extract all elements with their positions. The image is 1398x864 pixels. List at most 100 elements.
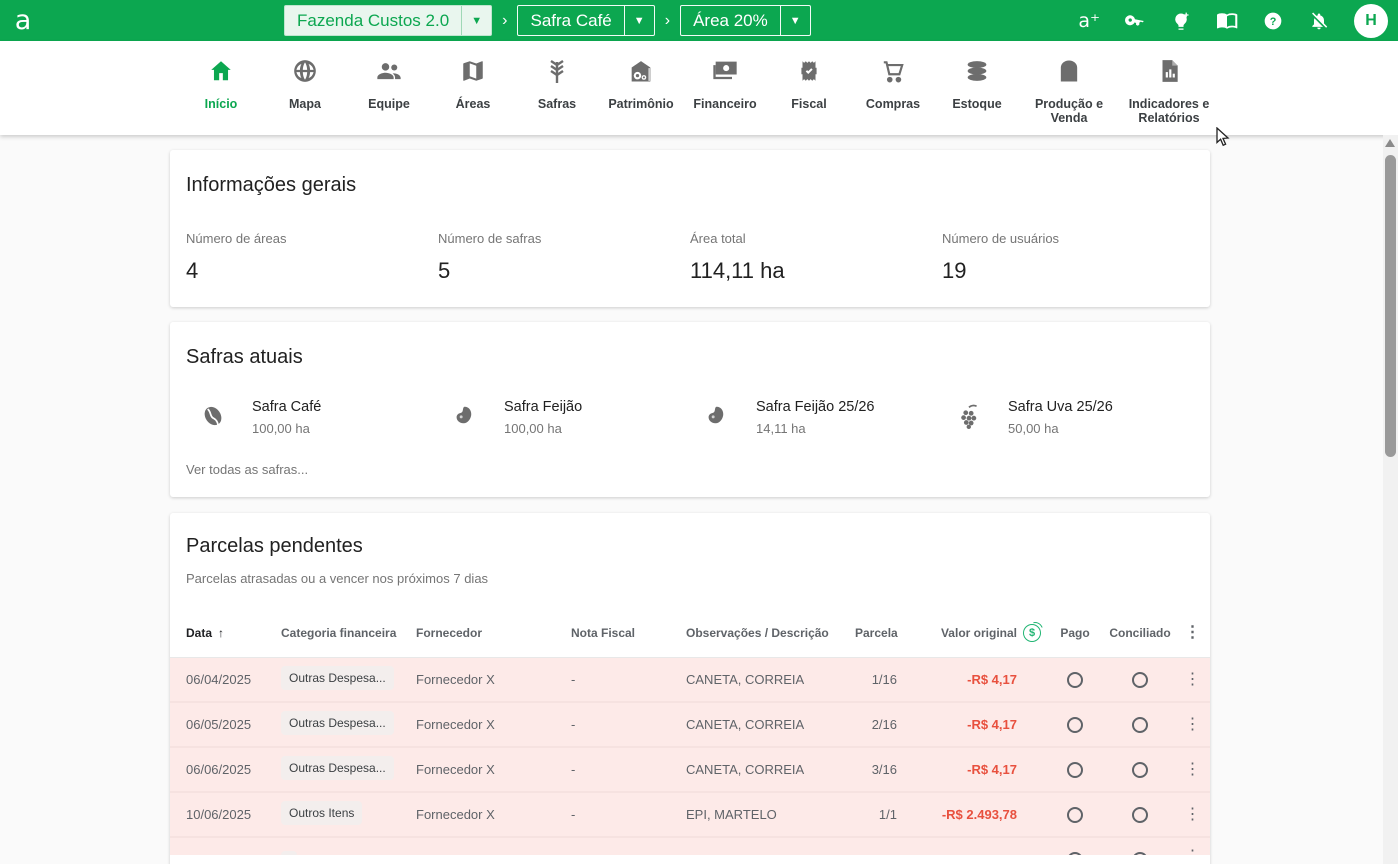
nav-item-compras[interactable]: Compras <box>851 54 935 111</box>
pending-installments-card: Parcelas pendentes Parcelas atrasadas ou… <box>170 513 1210 864</box>
book-icon[interactable] <box>1216 10 1238 32</box>
table-row[interactable]: ⋮ <box>170 838 1210 855</box>
app-header: a Fazenda Custos 2.0 ▼ › Safra Café ▼ › … <box>0 0 1398 41</box>
category-chip: Outras Despesa... <box>281 756 394 780</box>
table-row[interactable]: 06/04/2025 Outras Despesa... Fornecedor … <box>170 658 1210 703</box>
safra-item[interactable]: Safra Feijão 25/26 14,11 ha <box>690 399 942 436</box>
farm-selector[interactable]: Fazenda Custos 2.0 ▼ <box>284 5 493 36</box>
scroll-up-arrow[interactable] <box>1385 139 1395 147</box>
table-row[interactable]: 10/06/2025 Outros Itens Fornecedor X - E… <box>170 793 1210 838</box>
table-header-row: Data ↑ Categoria financeira Fornecedor N… <box>170 608 1210 658</box>
nav-item-patrimonio[interactable]: Patrimônio <box>599 54 683 111</box>
column-header-data[interactable]: Data ↑ <box>170 626 265 640</box>
cell-supplier: Fornecedor X <box>416 762 495 777</box>
stat-usuarios: Número de usuários 19 <box>942 231 1060 283</box>
cell-date: 06/06/2025 <box>186 762 252 777</box>
table-row[interactable]: 06/06/2025 Outras Despesa... Fornecedor … <box>170 748 1210 793</box>
area-selector[interactable]: Área 20% ▼ <box>680 5 811 36</box>
column-header-fornecedor[interactable]: Fornecedor <box>400 626 555 640</box>
nav-item-producao-venda[interactable]: Produção e Venda <box>1019 54 1119 125</box>
notifications-off-icon[interactable] <box>1308 10 1330 32</box>
help-icon[interactable]: ? <box>1262 10 1284 32</box>
column-header-conciliado[interactable]: Conciliado <box>1105 626 1175 640</box>
svg-text:?: ? <box>1270 16 1277 28</box>
row-menu-icon[interactable]: ⋮ <box>1175 806 1210 822</box>
table-row[interactable]: 06/05/2025 Outras Despesa... Fornecedor … <box>170 703 1210 748</box>
cell-date: 10/06/2025 <box>186 807 252 822</box>
pago-radio[interactable] <box>1067 806 1083 823</box>
nav-item-financeiro[interactable]: Financeiro <box>683 54 767 111</box>
cell-value: -R$ 2.493,78 <box>941 807 1017 822</box>
pago-radio[interactable] <box>1067 852 1083 855</box>
row-menu-icon[interactable]: ⋮ <box>1175 671 1210 687</box>
safra-item[interactable]: Safra Café 100,00 ha <box>186 399 438 436</box>
cart-icon <box>851 54 935 88</box>
row-menu-icon[interactable]: ⋮ <box>1175 849 1210 856</box>
chevron-down-icon[interactable]: ▼ <box>779 6 810 35</box>
cell-installment: 1/1 <box>878 807 897 822</box>
grape-icon <box>956 403 984 431</box>
vertical-scrollbar[interactable] <box>1383 135 1398 864</box>
nav-item-equipe[interactable]: Equipe <box>347 54 431 111</box>
conciliado-radio[interactable] <box>1132 761 1148 778</box>
area-selector-label: Área 20% <box>693 10 768 30</box>
column-header-pago[interactable]: Pago <box>1045 626 1105 640</box>
nav-item-areas[interactable]: Áreas <box>431 54 515 111</box>
category-chip: Outras Despesa... <box>281 666 394 690</box>
nav-item-fiscal[interactable]: Fiscal <box>767 54 851 111</box>
stat-safras: Número de safras 5 <box>438 231 542 283</box>
safra-list: Safra Café 100,00 ha Safra Feijão 100,00… <box>186 399 1194 436</box>
cell-value: -R$ 4,17 <box>967 762 1017 777</box>
chevron-down-icon[interactable]: ▼ <box>623 6 654 35</box>
column-header-valor[interactable]: Valor original $ <box>915 623 1045 642</box>
lightbulb-new-icon[interactable] <box>1170 10 1192 32</box>
scrollbar-thumb[interactable] <box>1385 155 1396 457</box>
barn-tractor-icon <box>599 54 683 88</box>
cell-date: 06/04/2025 <box>186 672 252 687</box>
breadcrumb-separator: › <box>502 11 508 29</box>
avatar[interactable]: H <box>1354 3 1388 38</box>
safra-item[interactable]: Safra Feijão 100,00 ha <box>438 399 690 436</box>
bean-icon <box>704 403 732 431</box>
chevron-down-icon[interactable]: ▼ <box>461 6 491 35</box>
pago-radio[interactable] <box>1067 671 1083 688</box>
nav-item-indicadores[interactable]: Indicadores e Relatórios <box>1119 54 1219 125</box>
pago-radio[interactable] <box>1067 761 1083 778</box>
conciliado-radio[interactable] <box>1132 852 1148 855</box>
banknote-icon <box>683 54 767 88</box>
people-icon <box>347 54 431 88</box>
category-chip <box>281 851 297 855</box>
coffee-bean-icon <box>200 403 228 431</box>
aegro-logo[interactable]: a <box>0 2 46 40</box>
key-icon[interactable] <box>1124 10 1146 32</box>
nav-item-inicio[interactable]: Início <box>179 54 263 111</box>
conciliado-radio[interactable] <box>1132 671 1148 688</box>
cell-invoice: - <box>571 672 576 687</box>
nav-item-estoque[interactable]: Estoque <box>935 54 1019 111</box>
aegro-plus-icon[interactable]: a⁺ <box>1078 10 1100 32</box>
column-header-categoria[interactable]: Categoria financeira <box>265 626 400 640</box>
safra-selector[interactable]: Safra Café ▼ <box>517 5 655 36</box>
table-menu-icon[interactable]: ⋮ <box>1185 624 1201 641</box>
row-menu-icon[interactable]: ⋮ <box>1175 716 1210 732</box>
see-all-safras-link[interactable]: Ver todas as safras... <box>186 462 308 477</box>
map-icon <box>431 54 515 88</box>
row-menu-icon[interactable]: ⋮ <box>1175 761 1210 777</box>
card-title: Informações gerais <box>186 174 357 196</box>
conciliado-radio[interactable] <box>1132 716 1148 733</box>
nav-item-mapa[interactable]: Mapa <box>263 54 347 111</box>
cell-supplier: Fornecedor X <box>416 672 495 687</box>
pago-radio[interactable] <box>1067 716 1083 733</box>
cell-description: CANETA, CORREIA <box>686 672 805 687</box>
module-nav: Início Mapa Equipe Áreas Safras Patrimôn… <box>0 41 1398 135</box>
column-header-observacoes[interactable]: Observações / Descrição <box>670 626 855 640</box>
column-header-parcela[interactable]: Parcela <box>855 626 915 640</box>
cell-installment: 3/16 <box>871 762 897 777</box>
nav-item-safras[interactable]: Safras <box>515 54 599 111</box>
safra-item[interactable]: Safra Uva 25/26 50,00 ha <box>942 399 1194 436</box>
conciliado-radio[interactable] <box>1132 806 1148 823</box>
column-header-nota-fiscal[interactable]: Nota Fiscal <box>555 626 670 640</box>
report-icon <box>1119 54 1219 88</box>
current-safras-card: Safras atuais Safra Café 100,00 ha Safra… <box>170 322 1210 497</box>
cell-installment: 2/16 <box>871 717 897 732</box>
